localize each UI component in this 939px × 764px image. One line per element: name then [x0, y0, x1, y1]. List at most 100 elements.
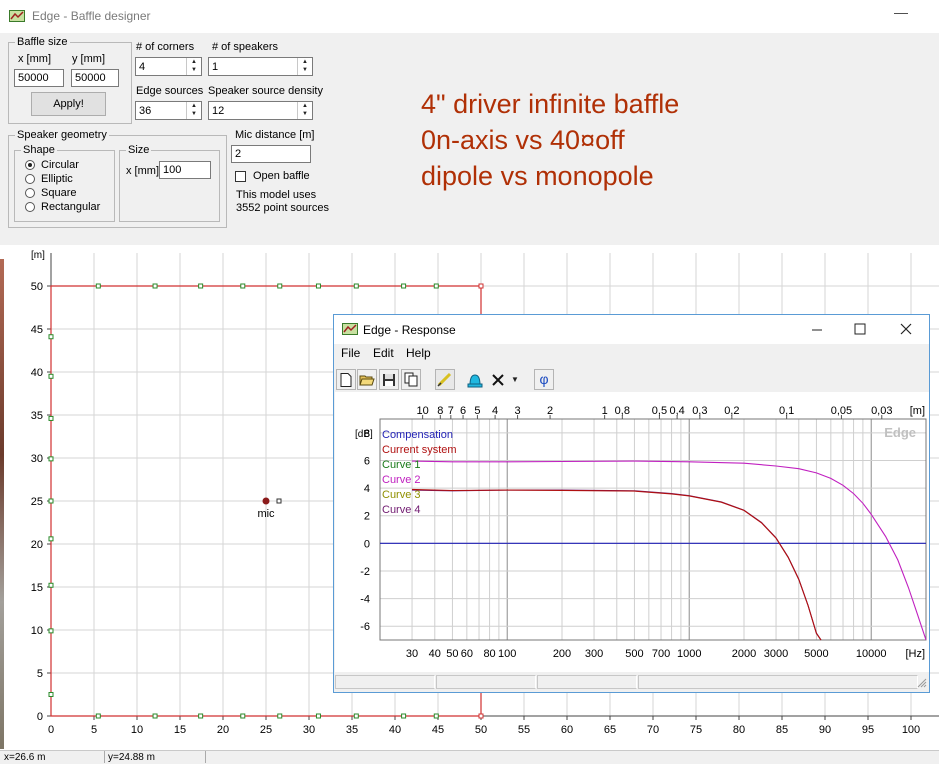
dropdown-arrow-icon[interactable]: ▼ — [508, 369, 522, 390]
edge-node — [240, 283, 246, 289]
edge-node — [277, 283, 283, 289]
new-icon[interactable] — [336, 369, 356, 390]
radio-elliptic[interactable] — [25, 174, 35, 184]
x-tick-label: 3000 — [764, 648, 788, 660]
copy-icon[interactable] — [401, 369, 421, 390]
corner-node — [478, 713, 484, 719]
edge-sources-spinner[interactable]: 36 ▲ ▼ — [135, 101, 202, 120]
spin-down-icon[interactable]: ▼ — [187, 66, 201, 74]
x-tick-label: 700 — [652, 648, 670, 660]
speakers-value: 1 — [212, 61, 219, 73]
menu-help[interactable]: Help — [406, 346, 431, 360]
baffle-x-input[interactable]: 50000 — [14, 69, 64, 87]
size-x-input[interactable]: 100 — [159, 161, 211, 179]
response-title: Edge - Response — [363, 323, 456, 337]
top-tick-label: 8 — [437, 405, 443, 417]
x-tick-label: 200 — [553, 648, 571, 660]
spin-up-icon[interactable]: ▲ — [298, 102, 312, 110]
title-bar: Edge - Baffle designer — — [0, 0, 939, 33]
minimize-button[interactable]: — — [891, 4, 911, 26]
radio-square[interactable] — [25, 188, 35, 198]
maximize-icon[interactable] — [854, 323, 866, 335]
annotation-line2: 0n-axis vs 40¤off — [421, 125, 625, 155]
speaker-geometry-legend: Speaker geometry — [15, 129, 109, 141]
mic-distance-input[interactable]: 2 — [231, 145, 311, 163]
x-tick-label: 65 — [604, 724, 616, 736]
baffle-y-label: y [mm] — [72, 53, 105, 65]
edge-node — [95, 283, 101, 289]
speakers-spinner[interactable]: 1 ▲ ▼ — [208, 57, 313, 76]
spin-up-icon[interactable]: ▲ — [298, 58, 312, 66]
top-tick-label: 7 — [448, 405, 454, 417]
edge-sources-value: 36 — [139, 105, 152, 117]
edge-node — [152, 283, 158, 289]
y-tick-label: 25 — [31, 496, 43, 508]
edge-node — [353, 283, 359, 289]
top-tick-label: 0,3 — [692, 405, 707, 417]
response-app-icon — [342, 323, 358, 335]
x-tick-label: 75 — [690, 724, 702, 736]
top-tick-label: 10 — [417, 405, 429, 417]
x-tick-label: 50 — [446, 648, 458, 660]
density-spinner[interactable]: 12 ▲ ▼ — [208, 101, 313, 120]
edge-node — [433, 713, 439, 719]
spin-up-icon[interactable]: ▲ — [187, 58, 201, 66]
menu-file[interactable]: File — [341, 346, 360, 360]
resize-grip-icon[interactable] — [917, 678, 927, 688]
baffle-x-label: x [mm] — [18, 53, 51, 65]
top-tick-label: 0,05 — [831, 405, 852, 417]
top-tick-label: 2 — [547, 405, 553, 417]
y-tick-label: 2 — [364, 511, 370, 523]
x-tick-label: 0 — [48, 724, 54, 736]
top-tick-label: 0,1 — [779, 405, 794, 417]
close-icon[interactable] — [900, 323, 912, 335]
top-tick-label: 0,2 — [724, 405, 739, 417]
x-tick-label: 80 — [733, 724, 745, 736]
x-tick-label: 60 — [461, 648, 473, 660]
baffle-size-legend: Baffle size — [15, 36, 70, 48]
edge-node — [48, 582, 54, 588]
spin-up-icon[interactable]: ▲ — [187, 102, 201, 110]
response-graph[interactable]: 8 6 4 2 0 -2 -4 -6 30 40 50 60 80 100 200 300 500 700 1000… — [335, 392, 929, 672]
y-tick-label: 6 — [364, 455, 370, 467]
x-tick-label: 35 — [346, 724, 358, 736]
corners-spinner[interactable]: 4 ▲ ▼ — [135, 57, 202, 76]
app-icon — [9, 10, 25, 22]
size-x-label: x [mm] — [126, 165, 159, 177]
y-tick-label: 5 — [37, 668, 43, 680]
top-tick-label: 0,5 — [652, 405, 667, 417]
delete-icon[interactable] — [488, 369, 508, 390]
spin-down-icon[interactable]: ▼ — [298, 66, 312, 74]
menu-edit[interactable]: Edit — [373, 346, 394, 360]
open-icon[interactable] — [357, 369, 377, 390]
pen-icon[interactable] — [435, 369, 455, 390]
edge-node — [401, 713, 407, 719]
speakers-label: # of speakers — [212, 41, 279, 53]
open-baffle-checkbox[interactable] — [235, 171, 246, 182]
shape-label-rectangular: Rectangular — [41, 201, 101, 213]
spin-down-icon[interactable]: ▼ — [187, 110, 201, 118]
top-tick-label: 5 — [474, 405, 480, 417]
y-tick-label: -2 — [360, 566, 370, 578]
x-tick-label: 100 — [498, 648, 516, 660]
apply-button[interactable]: Apply! — [31, 92, 106, 116]
baffle-y-input[interactable]: 50000 — [71, 69, 119, 87]
x-tick-label: 55 — [518, 724, 530, 736]
y-tick-label: -4 — [360, 594, 370, 606]
x-tick-label: 40 — [429, 648, 441, 660]
corners-value: 4 — [139, 61, 146, 73]
spin-down-icon[interactable]: ▼ — [298, 110, 312, 118]
x-axis-unit: [Hz] — [905, 648, 925, 660]
phase-icon[interactable]: φ — [534, 369, 554, 390]
radio-rectangular[interactable] — [25, 202, 35, 212]
x-tick-label: 30 — [303, 724, 315, 736]
bell-icon[interactable] — [465, 369, 485, 390]
edge-node — [48, 628, 54, 634]
edge-node — [48, 536, 54, 542]
y-tick-label: 0 — [37, 711, 43, 723]
save-icon[interactable] — [379, 369, 399, 390]
response-chart-svg[interactable]: 8 6 4 2 0 -2 -4 -6 30 40 50 60 80 100 200 300 500 700 1000… — [335, 392, 929, 672]
edge-sources-label: Edge sources — [136, 85, 204, 97]
radio-circular[interactable] — [25, 160, 35, 170]
speaker-marker — [276, 498, 282, 504]
